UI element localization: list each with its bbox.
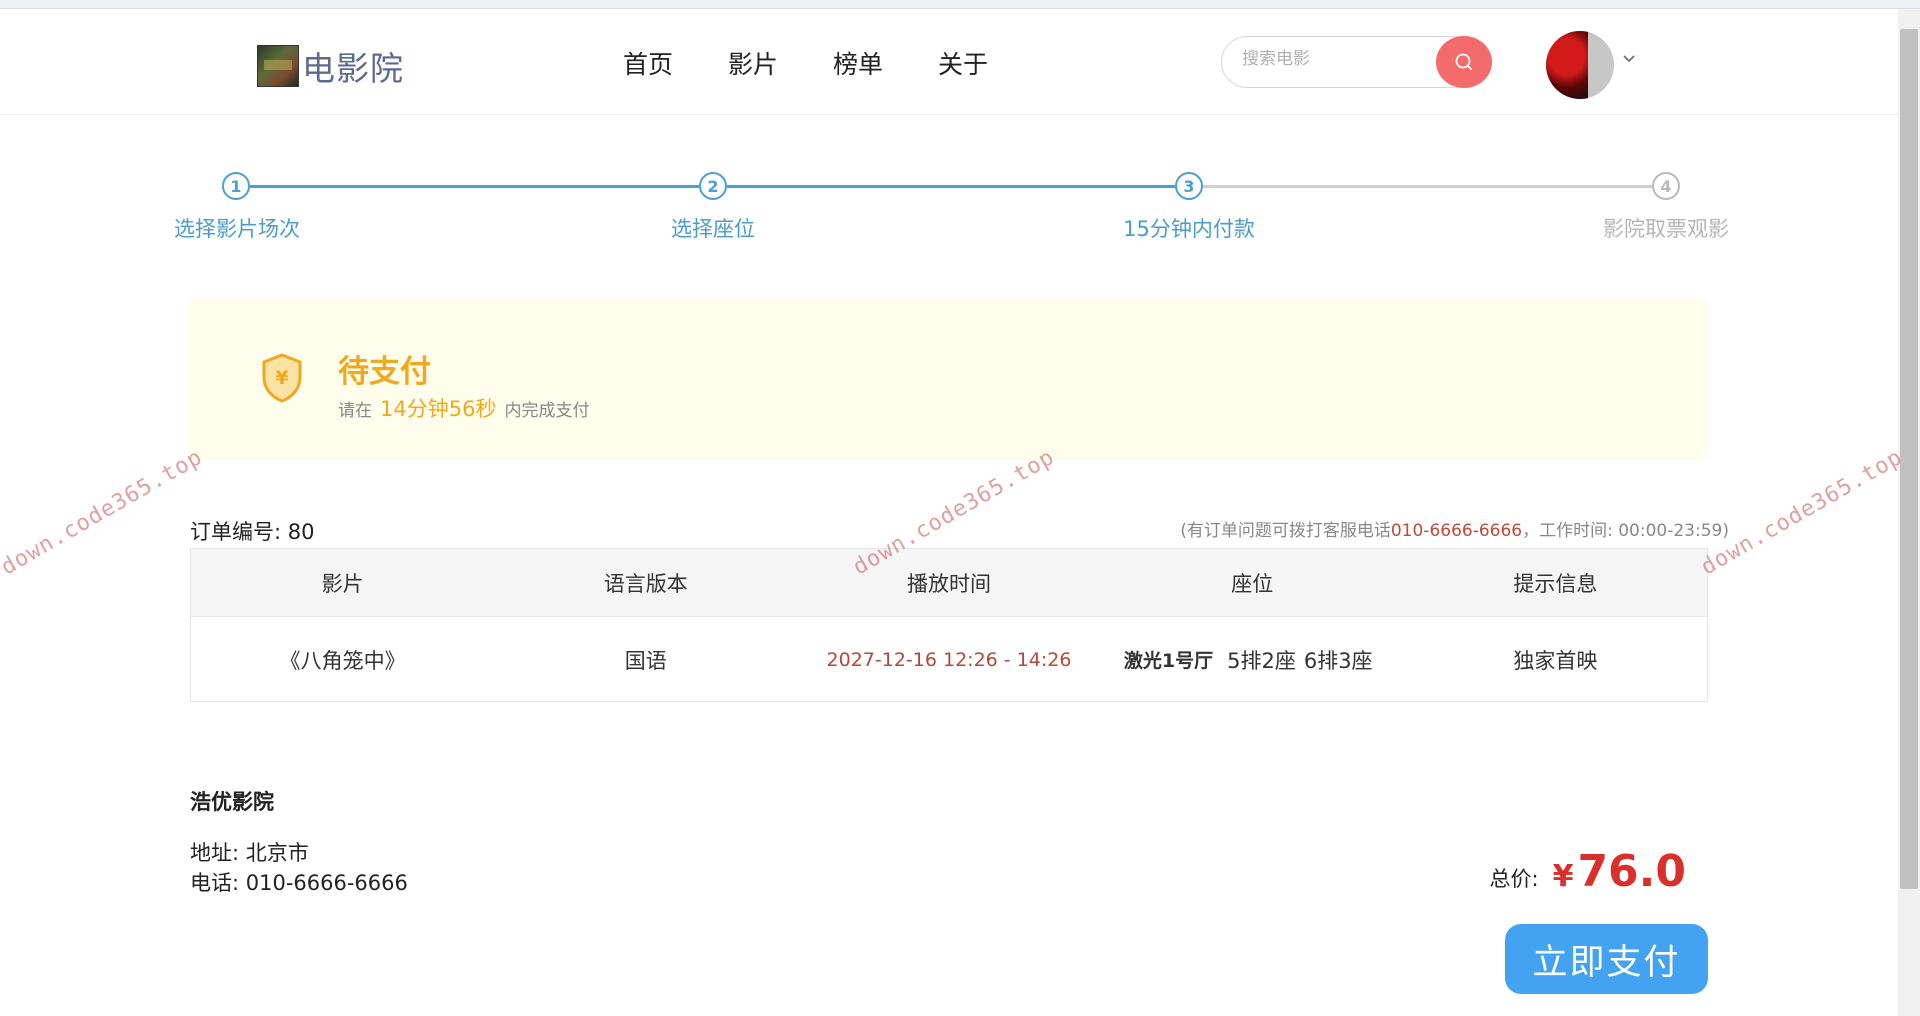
table-row: 《八角笼中》 国语 2027-12-16 12:26 - 14:26 激光1号厅…	[191, 617, 1707, 702]
countdown-time: 14分钟56秒	[380, 397, 497, 421]
nav-rankings[interactable]: 榜单	[833, 45, 883, 81]
order-number: 订单编号: 80	[190, 520, 315, 544]
countdown-prefix: 请在	[338, 401, 372, 421]
cinema-address: 地址: 北京市	[190, 841, 309, 865]
table-header: 影片 语言版本 播放时间 座位 提示信息	[191, 549, 1707, 617]
movie-note: 独家首映	[1513, 648, 1598, 673]
search-button[interactable]	[1436, 36, 1492, 88]
movie-language: 国语	[624, 648, 667, 673]
step-1-label: 选择影片场次	[174, 217, 300, 241]
search-icon	[1455, 53, 1472, 70]
order-table: 影片 语言版本 播放时间 座位 提示信息 《八角笼中》 国语 2027-12-1…	[190, 548, 1708, 702]
watermark-left: down.code365.top	[0, 444, 207, 581]
payment-countdown: 请在 14分钟56秒 内完成支付	[338, 393, 589, 423]
hall-name: 激光1号厅	[1123, 650, 1214, 672]
cinema-phone: 电话: 010-6666-6666	[190, 871, 408, 895]
chevron-down-icon[interactable]	[1622, 54, 1636, 64]
col-language: 语言版本	[603, 571, 688, 596]
step-2-circle: 2	[699, 172, 727, 200]
user-avatar[interactable]	[1546, 31, 1614, 99]
cinema-name: 浩优影院	[190, 790, 274, 814]
step-connector-3	[1203, 185, 1652, 188]
pay-now-button[interactable]: 立即支付	[1505, 924, 1708, 994]
col-movie: 影片	[321, 571, 364, 596]
col-note: 提示信息	[1513, 571, 1598, 596]
countdown-suffix: 内完成支付	[504, 401, 590, 421]
shield-yen-icon: ¥	[262, 353, 302, 403]
nav-about[interactable]: 关于	[938, 45, 988, 81]
seat-info: 激光1号厅 5排2座 6排3座	[1101, 617, 1404, 702]
step-connector-1	[250, 185, 699, 188]
movie-title: 《八角笼中》	[279, 648, 406, 673]
seat-1: 5排2座	[1227, 648, 1296, 673]
step-1-circle: 1	[222, 172, 250, 200]
main-nav: 首页 影片 榜单 关于	[623, 45, 1043, 81]
seat-2: 6排3座	[1303, 648, 1373, 673]
col-showtime: 播放时间	[907, 571, 991, 596]
order-steps: 1 2 3 4 选择影片场次 选择座位 15分钟内付款 影院取票观影	[0, 160, 1898, 250]
payment-pending-banner: ¥ 待支付 请在 14分钟56秒 内完成支付	[190, 300, 1708, 460]
nav-movies[interactable]: 影片	[728, 45, 778, 81]
total-value: 76.0	[1577, 846, 1686, 897]
watermark-right: down.code365.top	[1697, 444, 1907, 581]
logo-image	[257, 45, 299, 87]
step-3-circle: 3	[1175, 172, 1203, 200]
step-4-label: 影院取票观影	[1603, 217, 1729, 241]
movie-showtime: 2027-12-16 12:26 - 14:26	[826, 648, 1072, 671]
hint-suffix: ，工作时间: 00:00-23:59)	[1522, 521, 1729, 541]
site-logo[interactable]: 电影院	[257, 42, 404, 90]
svg-text:¥: ¥	[275, 367, 288, 389]
step-3-label: 15分钟内付款	[1123, 217, 1255, 241]
payment-status-title: 待支付	[338, 354, 431, 390]
col-seat: 座位	[1231, 571, 1274, 596]
hint-phone: 010-6666-6666	[1390, 521, 1523, 541]
page-scrollbar[interactable]	[1898, 9, 1920, 1016]
step-2-label: 选择座位	[671, 217, 755, 241]
step-connector-2	[727, 185, 1175, 188]
logo-text: 电影院	[302, 49, 404, 88]
step-4-circle: 4	[1652, 172, 1680, 200]
total-price: 总价: ¥ 76.0	[1489, 846, 1686, 897]
search-input[interactable]	[1240, 48, 1424, 70]
search-box	[1221, 36, 1492, 88]
nav-home[interactable]: 首页	[623, 45, 673, 81]
browser-top-edge	[0, 0, 1920, 9]
hint-prefix: (有订单问题可拨打客服电话	[1180, 521, 1391, 541]
customer-service-hint: (有订单问题可拨打客服电话010-6666-6666，工作时间: 00:00-2…	[1180, 516, 1729, 541]
total-label: 总价:	[1489, 867, 1539, 891]
total-currency: ¥	[1552, 859, 1574, 894]
site-header: 电影院 首页 影片 榜单 关于	[0, 9, 1898, 115]
